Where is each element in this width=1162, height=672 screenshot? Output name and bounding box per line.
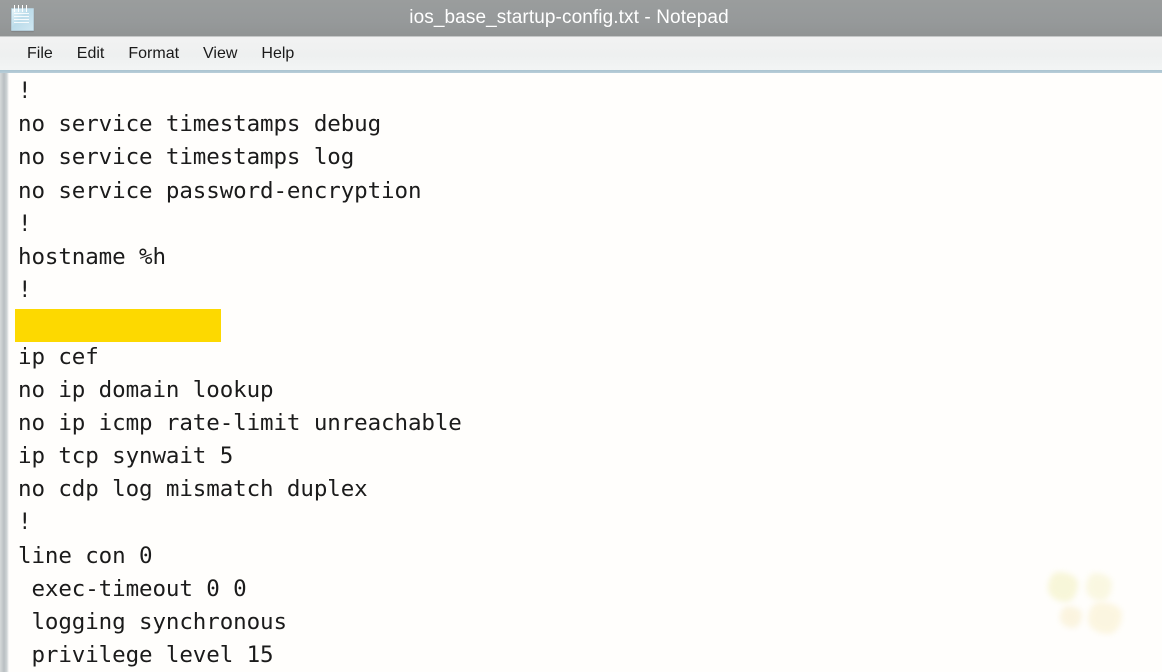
- editor-line[interactable]: !: [18, 274, 462, 307]
- editor-line[interactable]: exec-timeout 0 0: [18, 573, 462, 606]
- editor-line[interactable]: hostname %h: [18, 241, 462, 274]
- editor-line[interactable]: no service timestamps log: [18, 141, 462, 174]
- text-editor-area[interactable]: ! no service timestamps debug no service t…: [0, 73, 1162, 672]
- editor-line[interactable]: line con 0: [18, 540, 462, 573]
- menu-item-view[interactable]: View: [192, 43, 248, 65]
- editor-left-edge: [0, 73, 9, 672]
- menu-item-help[interactable]: Help: [250, 43, 305, 65]
- editor-line[interactable]: !: [18, 506, 462, 539]
- title-bar[interactable]: ios_base_startup-config.txt - Notepad: [0, 0, 1162, 36]
- editor-line[interactable]: no service password-encryption: [18, 175, 462, 208]
- editor-line[interactable]: logging synchronous: [18, 606, 462, 639]
- editor-line[interactable]: privilege level 15: [18, 639, 462, 672]
- editor-line[interactable]: !: [18, 75, 462, 108]
- redaction-highlight-bar: [15, 309, 221, 343]
- editor-line[interactable]: no service timestamps debug: [18, 108, 462, 141]
- editor-line[interactable]: no ip icmp rate-limit unreachable: [18, 407, 462, 440]
- window-title: ios_base_startup-config.txt - Notepad: [409, 7, 729, 28]
- menu-bar: File Edit Format View Help: [0, 36, 1162, 71]
- editor-line-redacted[interactable]: [15, 307, 462, 343]
- menu-item-file[interactable]: File: [16, 43, 64, 65]
- editor-line[interactable]: no ip domain lookup: [18, 374, 462, 407]
- editor-line[interactable]: ip cef: [18, 341, 462, 374]
- editor-line[interactable]: !: [18, 208, 462, 241]
- notepad-window: ios_base_startup-config.txt - Notepad Fi…: [0, 0, 1162, 672]
- editor-line[interactable]: ip tcp synwait 5: [18, 440, 462, 473]
- menu-item-format[interactable]: Format: [117, 43, 190, 65]
- editor-line[interactable]: no cdp log mismatch duplex: [18, 473, 462, 506]
- editor-text-content[interactable]: ! no service timestamps debug no service t…: [15, 75, 462, 672]
- menu-item-edit[interactable]: Edit: [66, 43, 116, 65]
